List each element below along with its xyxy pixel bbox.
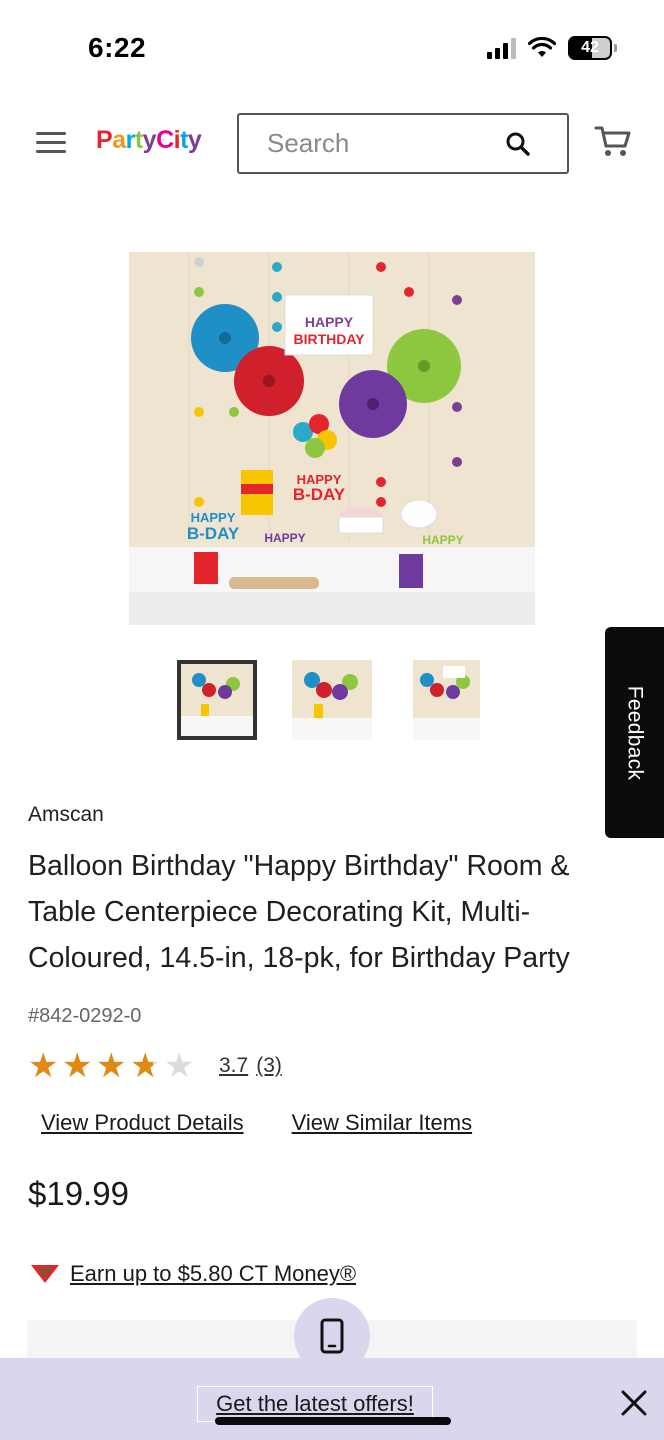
search-input[interactable] — [239, 128, 499, 159]
status-icons: 42 — [487, 36, 617, 60]
wifi-icon — [528, 37, 556, 57]
svg-text:HAPPY: HAPPY — [264, 531, 305, 545]
rating-value[interactable]: 3.7 — [219, 1054, 248, 1078]
close-icon[interactable] — [620, 1389, 648, 1417]
home-indicator — [215, 1417, 451, 1425]
product-links: View Product Details View Similar Items — [41, 1110, 472, 1136]
phone-icon-button[interactable] — [294, 1298, 370, 1374]
svg-text:HAPPY: HAPPY — [305, 314, 354, 330]
star-icon: ★★ — [164, 1046, 195, 1085]
rating-row[interactable]: ★★★★★★★★★★ 3.7 (3) — [28, 1048, 282, 1084]
thumbnail-3[interactable] — [413, 660, 480, 740]
hamburger-menu-icon[interactable] — [36, 132, 66, 156]
status-time: 6:22 — [88, 32, 147, 63]
thumbnail-strip — [0, 660, 664, 740]
canadian-tire-triangle-icon — [31, 1265, 59, 1283]
svg-text:BIRTHDAY: BIRTHDAY — [293, 331, 365, 347]
cellular-signal-icon — [487, 37, 516, 59]
review-count[interactable]: (3) — [256, 1054, 282, 1078]
product-price: $19.99 — [28, 1175, 129, 1212]
view-similar-items-link[interactable]: View Similar Items — [292, 1110, 473, 1136]
site-header: PartyCity — [0, 112, 664, 176]
svg-text:B-DAY: B-DAY — [187, 524, 240, 543]
svg-text:HAPPY: HAPPY — [422, 533, 463, 547]
search-box[interactable] — [237, 113, 569, 174]
star-icon: ★★ — [96, 1046, 127, 1085]
ct-money-link[interactable]: Earn up to $5.80 CT Money® — [70, 1261, 356, 1287]
view-product-details-link[interactable]: View Product Details — [41, 1110, 244, 1136]
svg-text:B-DAY: B-DAY — [293, 485, 346, 504]
shopping-cart-icon[interactable] — [594, 124, 632, 160]
search-icon[interactable] — [505, 131, 531, 157]
product-brand[interactable]: Amscan — [28, 803, 104, 827]
battery-level: 42 — [581, 39, 599, 56]
feedback-tab[interactable]: Feedback — [605, 627, 664, 838]
mobile-phone-icon — [320, 1318, 344, 1354]
svg-text:HAPPY: HAPPY — [191, 510, 236, 525]
star-rating: ★★★★★★★★★★ — [28, 1046, 197, 1085]
feedback-label: Feedback — [623, 685, 647, 780]
status-bar: 6:22 42 — [0, 0, 664, 96]
thumbnail-1[interactable] — [177, 660, 257, 740]
product-main-image[interactable]: HAPPY BIRTHDAY HAPPY B-DAY HAPPY B-DAY H… — [129, 252, 535, 625]
ct-money-row[interactable]: Earn up to $5.80 CT Money® — [30, 1261, 356, 1287]
product-sku: #842-0292-0 — [28, 1005, 142, 1027]
star-icon: ★★ — [28, 1046, 59, 1085]
product-title: Balloon Birthday "Happy Birthday" Room &… — [28, 850, 570, 974]
battery-icon: 42 — [568, 36, 617, 60]
star-icon: ★★ — [130, 1046, 161, 1085]
star-icon: ★★ — [62, 1046, 93, 1085]
thumbnail-2[interactable] — [292, 660, 372, 740]
party-city-logo[interactable]: PartyCity — [96, 126, 202, 155]
